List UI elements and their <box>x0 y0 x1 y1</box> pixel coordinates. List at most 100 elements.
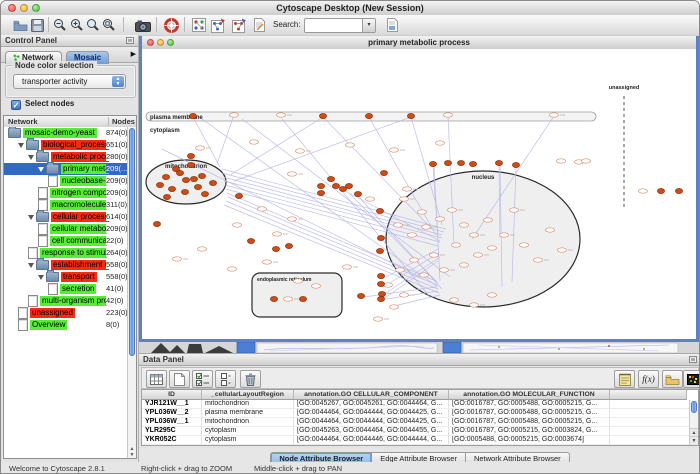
network-node[interactable] <box>163 194 170 199</box>
tree-row-cellular-metabo[interactable]: cellular metabo209(0) <box>4 223 127 235</box>
new-attribute-button[interactable] <box>169 370 190 388</box>
network-window-titlebar[interactable]: primary metabolic process <box>142 36 696 50</box>
zoom-out-button[interactable] <box>51 16 69 34</box>
network-node[interactable] <box>181 189 188 194</box>
network-node[interactable] <box>457 160 464 165</box>
network-node[interactable] <box>470 233 479 237</box>
network-node[interactable] <box>296 149 305 153</box>
network-node[interactable] <box>420 273 429 277</box>
network-node[interactable] <box>484 218 493 222</box>
network-node[interactable] <box>500 233 509 237</box>
tree-row-nitrogen-compo[interactable]: nitrogen compo209(0) <box>4 187 127 199</box>
network-node[interactable] <box>394 223 403 227</box>
network-node[interactable] <box>436 217 445 221</box>
network-node[interactable] <box>346 143 355 147</box>
tree-scrollbar-thumb[interactable] <box>129 128 135 356</box>
table-row[interactable]: YKR052Ccytoplasm[GO:0044464, GO:0044446,… <box>142 436 689 445</box>
network-node[interactable] <box>284 297 293 301</box>
network-node[interactable] <box>189 113 196 118</box>
column-header[interactable]: _cellularLayoutRegion <box>202 390 294 400</box>
select-nodes-checkbox[interactable]: ✓ <box>11 100 21 110</box>
network-node[interactable] <box>176 170 183 175</box>
unselect-attributes-button[interactable] <box>215 370 236 388</box>
zoom-selected-button[interactable] <box>100 16 118 34</box>
network-node[interactable] <box>294 279 303 283</box>
network-node[interactable] <box>285 243 292 248</box>
table-row[interactable]: YPL036W__1mitochondrion[GO:0044464, GO:0… <box>142 418 689 427</box>
tree-row-transport[interactable]: transport558(0) <box>4 271 127 283</box>
layout-red-button[interactable] <box>230 16 248 34</box>
network-node[interactable] <box>400 197 409 201</box>
expander-icon[interactable] <box>38 167 44 172</box>
network-node[interactable] <box>187 153 194 158</box>
network-node[interactable] <box>228 267 237 271</box>
network-node[interactable] <box>343 265 352 269</box>
network-node[interactable] <box>474 253 483 257</box>
tree-row-mosaic-demo-yeast[interactable]: mosaic-demo-yeast874(0) <box>4 127 127 139</box>
network-node[interactable] <box>403 187 412 191</box>
tree-row-primary-metabo[interactable]: primary metabo209(... <box>4 163 127 175</box>
network-node[interactable] <box>317 190 324 195</box>
tree-row-multi-organism-pro[interactable]: multi-organism pro42(0) <box>4 295 127 307</box>
network-node[interactable] <box>270 296 277 301</box>
network-node[interactable] <box>440 268 449 272</box>
network-node[interactable] <box>235 193 242 198</box>
expander-icon[interactable] <box>28 215 34 220</box>
network-node[interactable] <box>470 303 479 307</box>
network-node[interactable] <box>250 140 259 144</box>
table-row[interactable]: YDR039C__1mitochondrion[GO:0044464, GO:0… <box>142 445 689 446</box>
network-node[interactable] <box>550 113 559 117</box>
network-node[interactable] <box>201 191 208 196</box>
node-color-dropdown[interactable]: transporter activity ▲▼ <box>13 74 126 89</box>
network-node[interactable] <box>450 298 459 302</box>
network-node[interactable] <box>408 233 417 237</box>
network-node[interactable] <box>657 188 664 193</box>
network-node[interactable] <box>153 221 160 226</box>
network-node[interactable] <box>272 246 279 251</box>
network-node[interactable] <box>196 146 205 150</box>
network-node[interactable] <box>377 281 384 286</box>
network-node[interactable] <box>639 189 648 193</box>
network-node[interactable] <box>546 228 555 232</box>
network-node[interactable] <box>247 238 254 243</box>
table-row[interactable]: YPL036W__2plasma membrane[GO:0044464, GO… <box>142 409 689 418</box>
network-node[interactable] <box>198 173 205 178</box>
network-node[interactable] <box>182 177 189 182</box>
network-node[interactable] <box>557 159 566 163</box>
network-node[interactable] <box>534 258 543 262</box>
network-node[interactable] <box>469 161 476 166</box>
network-node[interactable] <box>194 184 201 189</box>
network-node[interactable] <box>460 263 469 267</box>
tree-column-network[interactable]: Network <box>8 117 38 126</box>
network-node[interactable] <box>444 113 453 117</box>
network-node[interactable] <box>288 217 297 221</box>
network-canvas[interactable]: plasma membrane cytoplasm mitochondrion … <box>142 49 696 336</box>
network-node[interactable] <box>187 162 194 167</box>
network-node[interactable] <box>230 113 239 117</box>
network-node[interactable] <box>410 258 419 262</box>
function-builder-button[interactable]: f(x) <box>638 370 659 388</box>
network-node[interactable] <box>558 248 567 252</box>
open-file-button[interactable] <box>11 16 29 34</box>
network-node[interactable] <box>209 180 216 185</box>
delete-attribute-button[interactable] <box>240 370 261 388</box>
network-node[interactable] <box>198 247 207 251</box>
network-node[interactable] <box>520 243 529 247</box>
network-node[interactable] <box>173 257 182 261</box>
network-node[interactable] <box>396 268 405 272</box>
tree-scrollbar[interactable]: ▲▼ <box>127 127 136 458</box>
column-header[interactable] <box>610 390 687 400</box>
network-node[interactable] <box>488 293 497 297</box>
network-node[interactable] <box>488 246 497 250</box>
attribute-table-button[interactable] <box>146 370 167 388</box>
network-node[interactable] <box>273 232 282 236</box>
tree-row-establishment-of-lo[interactable]: establishment of lo558(0) <box>4 259 127 271</box>
network-node[interactable] <box>317 183 324 188</box>
search-dropdown-button[interactable]: ▾ <box>362 19 375 32</box>
network-node[interactable] <box>460 223 469 227</box>
tree-row-secretion[interactable]: secretion41(0) <box>4 283 127 295</box>
float-panel-icon[interactable] <box>126 37 134 44</box>
network-node[interactable] <box>378 291 385 296</box>
search-config-button[interactable] <box>383 16 401 34</box>
table-scrollbar-thumb[interactable] <box>691 401 697 413</box>
